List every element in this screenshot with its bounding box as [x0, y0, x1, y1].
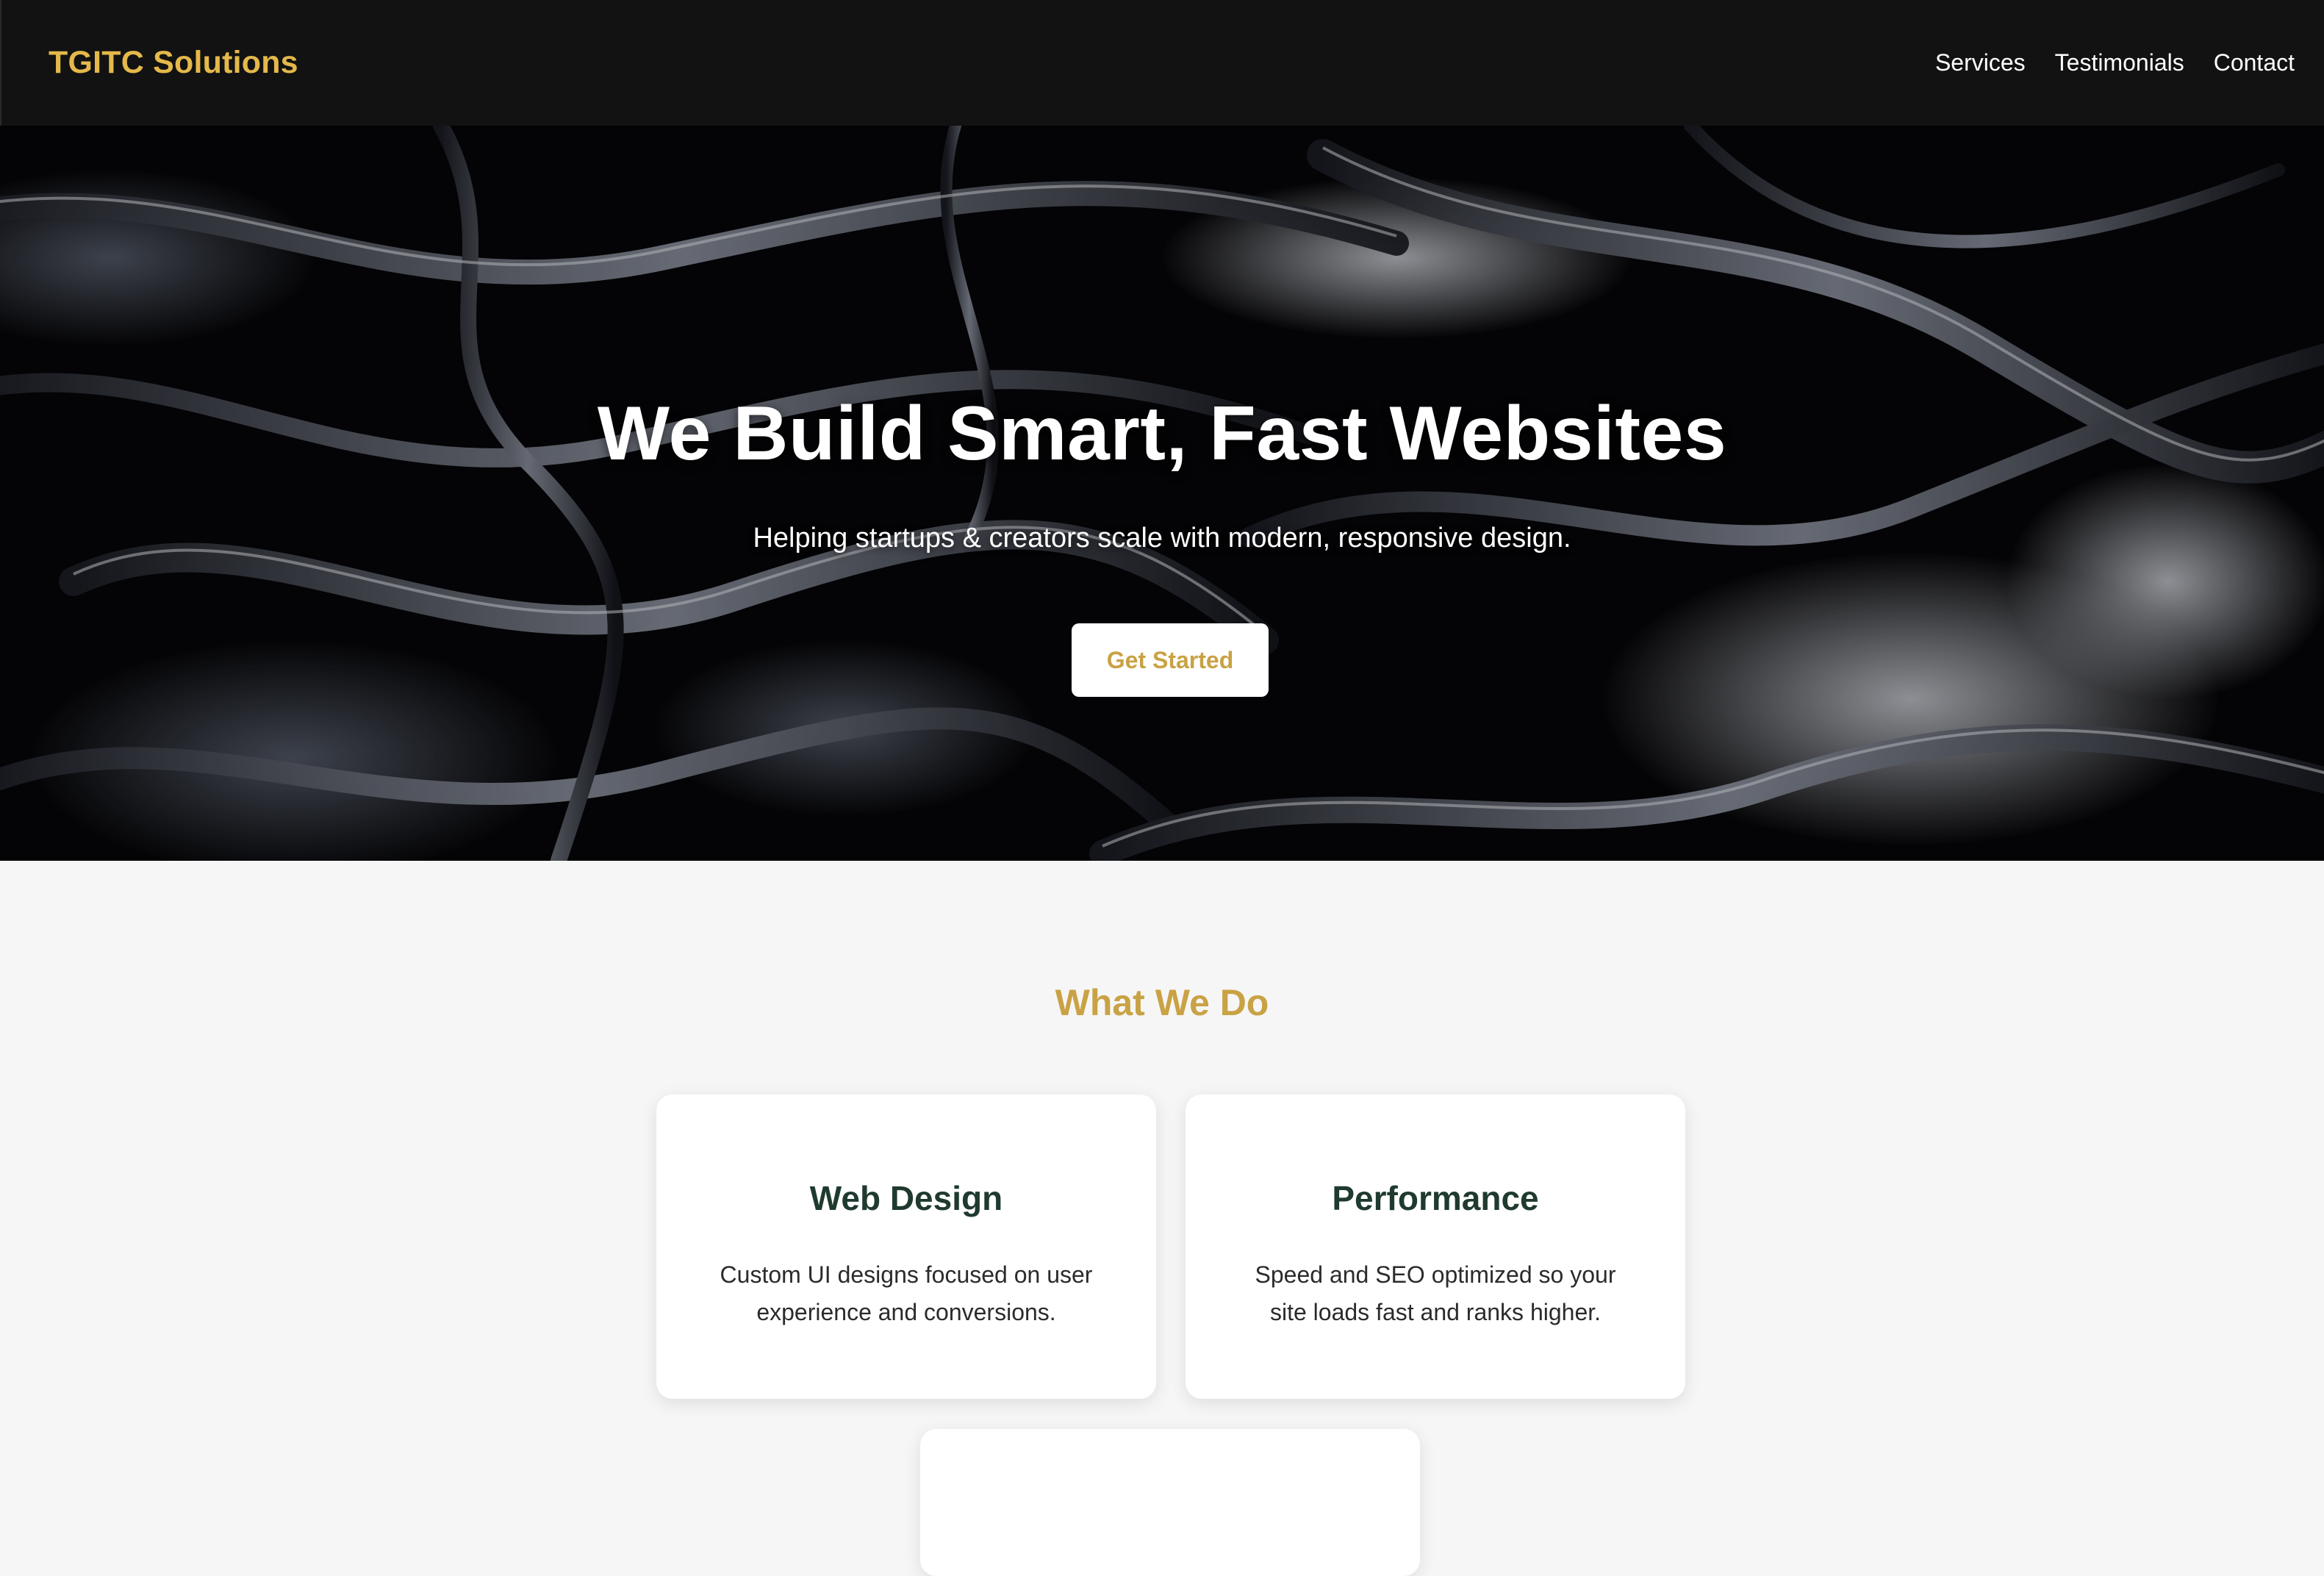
service-card-text: Speed and SEO optimized so your site loa…: [1255, 1261, 1616, 1325]
hero-section: We Build Smart, Fast Websites Helping st…: [0, 126, 2324, 861]
top-navbar: TGITC Solutions Services Testimonials Co…: [0, 0, 2324, 126]
service-card-performance: Performance Speed and SEO optimized so y…: [1186, 1095, 1685, 1399]
services-section-title: What We Do: [1055, 982, 1269, 1023]
hero-subtitle: Helping startups & creators scale with m…: [753, 523, 1571, 554]
service-card-title: Performance: [1332, 1179, 1539, 1217]
service-card-text: Custom UI designs focused on user experi…: [720, 1261, 1093, 1325]
service-card-partial: [920, 1429, 1420, 1576]
hero-content: We Build Smart, Fast Websites Helping st…: [0, 126, 2324, 861]
nav-link-services[interactable]: Services: [1935, 49, 2026, 76]
get-started-button[interactable]: Get Started: [1072, 623, 1269, 697]
service-card-title: Web Design: [809, 1179, 1003, 1217]
nav-link-testimonials[interactable]: Testimonials: [2055, 49, 2184, 76]
service-card-web-design: Web Design Custom UI designs focused on …: [656, 1095, 1156, 1399]
brand-logo[interactable]: TGITC Solutions: [49, 45, 298, 81]
nav-links: Services Testimonials Contact: [1935, 49, 2295, 76]
nav-link-contact[interactable]: Contact: [2214, 49, 2295, 76]
hero-title: We Build Smart, Fast Websites: [597, 391, 1727, 476]
